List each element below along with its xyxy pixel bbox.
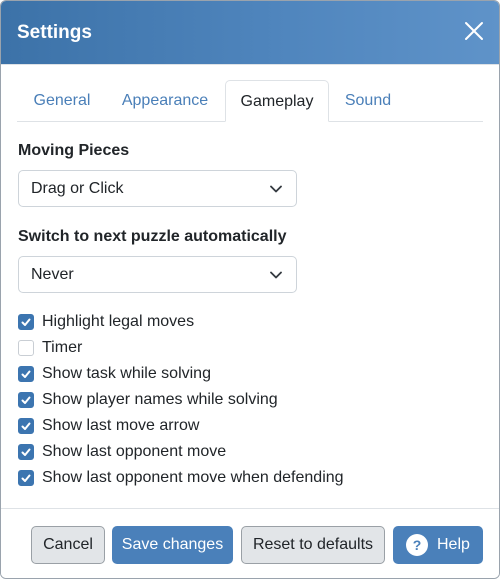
option-label: Show last move arrow bbox=[42, 417, 200, 434]
checkmark-icon bbox=[21, 474, 31, 482]
checkmark-icon bbox=[21, 396, 31, 404]
option-label: Show last opponent move when defending bbox=[42, 469, 344, 486]
moving-pieces-select[interactable]: Drag or Click bbox=[18, 170, 297, 207]
dialog-footer: Cancel Save changes Reset to defaults ? … bbox=[1, 508, 499, 578]
chevron-down-icon bbox=[270, 185, 282, 193]
next-puzzle-label: Switch to next puzzle automatically bbox=[18, 228, 287, 245]
settings-tabs: General Appearance Gameplay Sound bbox=[17, 80, 483, 122]
settings-dialog: Settings General Appearance Gameplay Sou… bbox=[0, 0, 500, 579]
tab-general[interactable]: General bbox=[17, 80, 107, 121]
question-mark-icon: ? bbox=[406, 534, 428, 556]
close-button[interactable] bbox=[461, 18, 487, 44]
checkbox-checked[interactable] bbox=[18, 366, 34, 382]
checkmark-icon bbox=[21, 370, 31, 378]
reset-defaults-button[interactable]: Reset to defaults bbox=[241, 526, 385, 564]
checkbox-checked[interactable] bbox=[18, 418, 34, 434]
checkmark-icon bbox=[21, 448, 31, 456]
checkbox-unchecked[interactable] bbox=[18, 340, 34, 356]
checkbox-checked[interactable] bbox=[18, 392, 34, 408]
option-label: Show last opponent move bbox=[42, 443, 227, 460]
option-label: Timer bbox=[42, 339, 83, 356]
moving-pieces-value: Drag or Click bbox=[31, 180, 124, 197]
dialog-header: Settings bbox=[1, 1, 499, 65]
option-label: Highlight legal moves bbox=[42, 313, 195, 330]
help-button-label: Help bbox=[437, 536, 470, 553]
checkbox-checked[interactable] bbox=[18, 314, 34, 330]
tab-appearance[interactable]: Appearance bbox=[111, 80, 219, 121]
checkmark-icon bbox=[21, 422, 31, 430]
save-changes-button[interactable]: Save changes bbox=[112, 526, 233, 564]
cancel-button[interactable]: Cancel bbox=[31, 526, 105, 564]
help-button[interactable]: ? Help bbox=[393, 526, 483, 564]
next-puzzle-select[interactable]: Never bbox=[18, 256, 297, 293]
next-puzzle-value: Never bbox=[31, 266, 74, 283]
chevron-down-icon bbox=[270, 271, 282, 279]
checkbox-checked[interactable] bbox=[18, 470, 34, 486]
checkmark-icon bbox=[21, 318, 31, 326]
option-label: Show task while solving bbox=[42, 365, 211, 382]
checkbox-checked[interactable] bbox=[18, 444, 34, 460]
moving-pieces-label: Moving Pieces bbox=[18, 142, 130, 159]
tab-gameplay[interactable]: Gameplay bbox=[225, 80, 329, 122]
dialog-title: Settings bbox=[17, 22, 92, 43]
tab-sound[interactable]: Sound bbox=[335, 80, 401, 121]
close-icon bbox=[465, 22, 483, 40]
option-label: Show player names while solving bbox=[42, 391, 278, 408]
